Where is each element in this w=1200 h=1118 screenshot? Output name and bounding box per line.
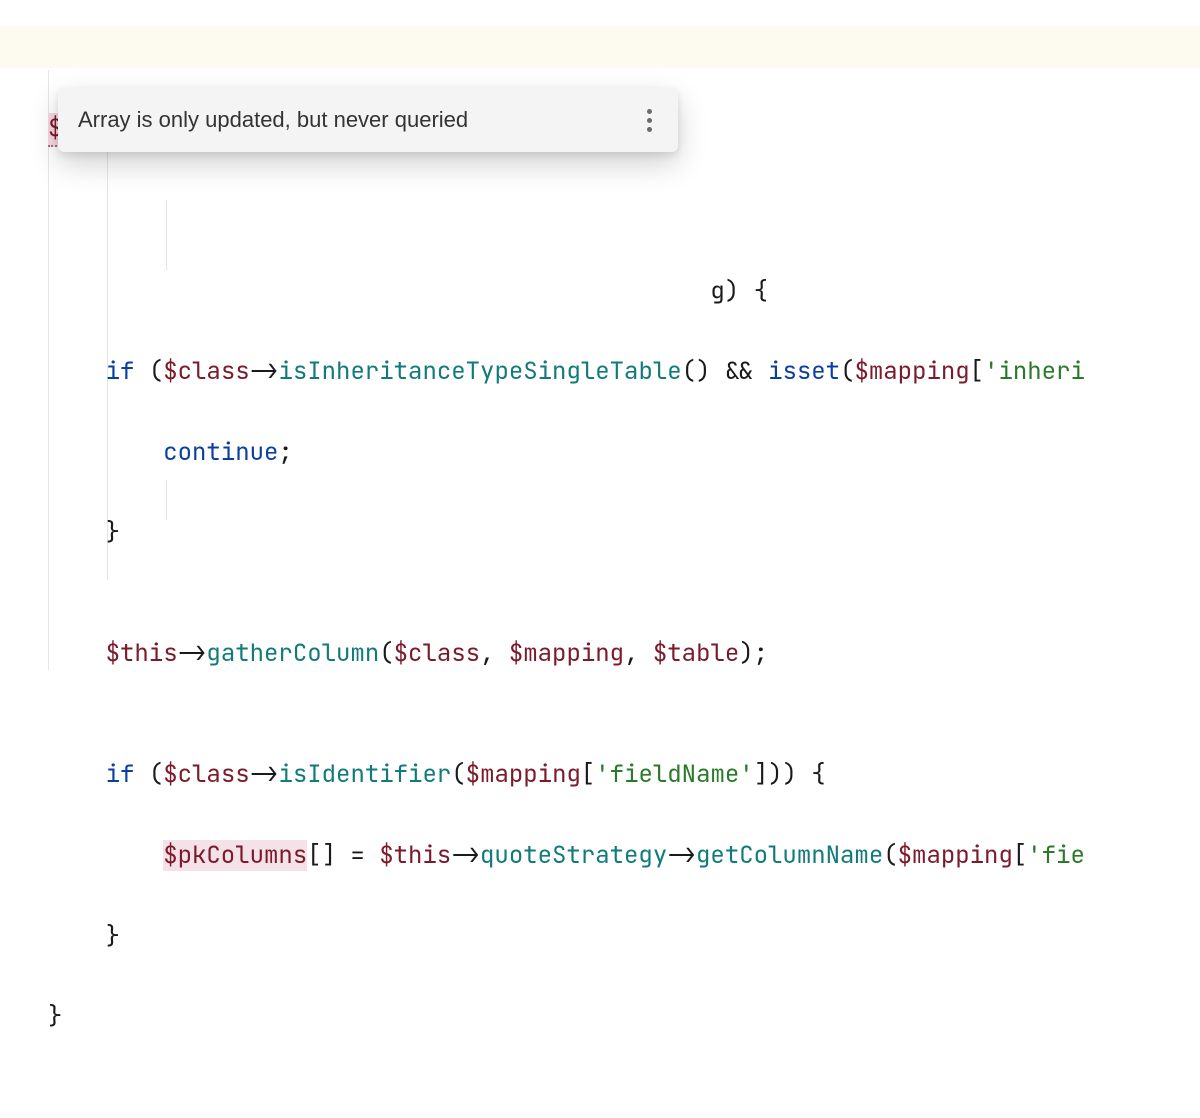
code-line: $pkColumns[] = $this->quoteStrategy->get… — [48, 836, 1200, 876]
more-actions-icon[interactable] — [639, 101, 660, 140]
inspection-message: Array is only updated, but never queried — [78, 102, 468, 139]
inspection-tooltip: Array is only updated, but never queried — [58, 88, 678, 152]
code-line: if ($class->isIdentifier($mapping['field… — [48, 755, 1200, 795]
code-block: $pkColumns = []; g) { if ($class->isInhe… — [48, 68, 1200, 1078]
variable-pkcolumns: $pkColumns — [163, 840, 307, 871]
current-line-highlight — [0, 26, 1200, 68]
code-line: } — [48, 997, 1200, 1037]
code-line: } — [48, 513, 1200, 553]
code-line: } — [48, 917, 1200, 957]
code-line: if ($class->isInheritanceTypeSingleTable… — [48, 352, 1200, 392]
code-editor[interactable]: $pkColumns = []; g) { if ($class->isInhe… — [0, 0, 1200, 1118]
code-line: g) { — [48, 272, 1200, 312]
code-line — [48, 189, 1200, 231]
code-line: continue; — [48, 433, 1200, 473]
code-line: $this->gatherColumn($class, $mapping, $t… — [48, 634, 1200, 674]
